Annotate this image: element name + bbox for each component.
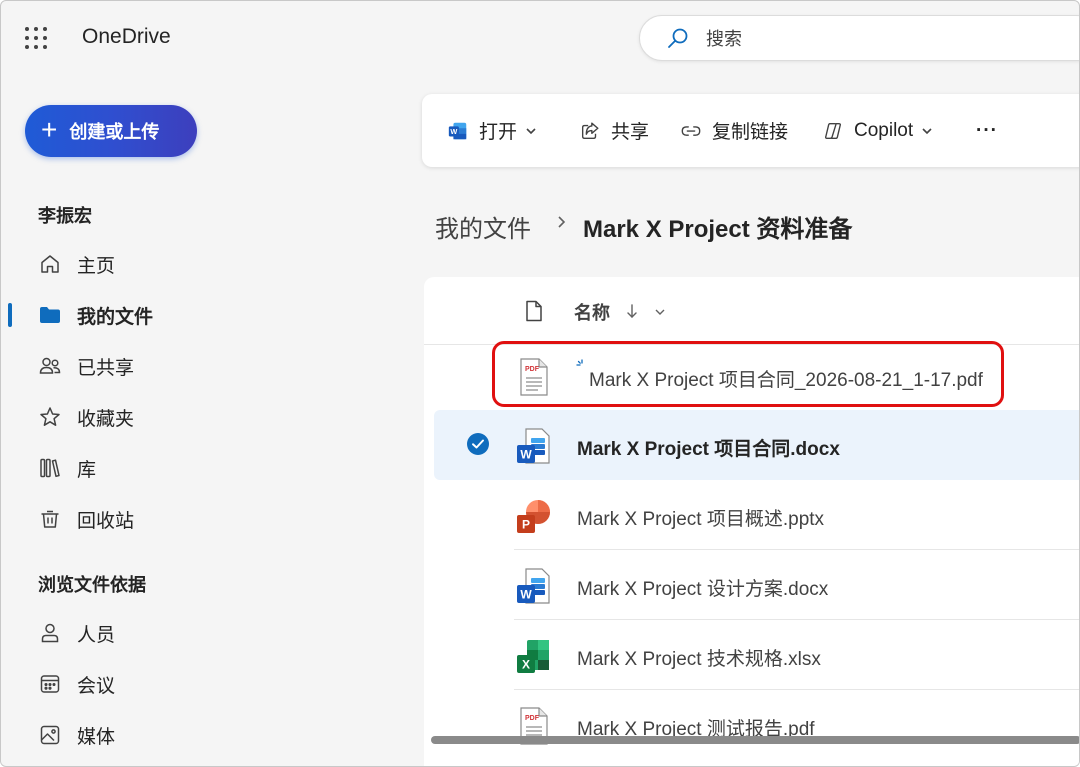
- active-indicator: [8, 303, 12, 327]
- share-icon: [581, 122, 599, 139]
- onedrive-window: OneDrive 搜索 + 创建或上传 李振宏 主页 我的文件 已共享 收藏夹 …: [0, 0, 1080, 767]
- sidebar-item-label: 已共享: [77, 357, 135, 379]
- calendar-icon: [40, 675, 60, 693]
- svg-text:W: W: [520, 588, 532, 602]
- svg-text:W: W: [450, 127, 457, 136]
- folder-icon: [40, 307, 60, 323]
- sidebar-item-label: 人员: [77, 624, 116, 646]
- sidebar-item-people[interactable]: 人员: [38, 616, 358, 650]
- sidebar-item-label: 库: [77, 459, 97, 481]
- command-bar: W 打开 共享 复制链接 Copilot ···: [422, 94, 1079, 167]
- copilot-label: Copilot: [854, 119, 914, 141]
- sidebar-item-recycle-bin[interactable]: 回收站: [38, 502, 358, 536]
- file-name[interactable]: Mark X Project 项目概述.pptx: [577, 504, 824, 531]
- app-title[interactable]: OneDrive: [82, 25, 171, 49]
- svg-text:P: P: [522, 518, 530, 532]
- word-file-icon: W: [517, 568, 550, 604]
- table-row-selected[interactable]: W Mark X Project 项目合同.docx: [434, 410, 1079, 480]
- excel-file-icon: X: [517, 640, 549, 673]
- library-icon: [40, 458, 60, 478]
- file-name[interactable]: Mark X Project 技术规格.xlsx: [577, 644, 821, 671]
- file-name[interactable]: Mark X Project 设计方案.docx: [577, 574, 828, 601]
- search-icon: [668, 28, 688, 48]
- people-icon: [39, 357, 61, 374]
- copilot-icon: [825, 122, 841, 139]
- breadcrumb-my-files[interactable]: 我的文件: [435, 209, 531, 244]
- more-icon: ···: [976, 119, 998, 141]
- chevron-down-icon[interactable]: [654, 307, 666, 317]
- browse-heading: 浏览文件依据: [38, 575, 146, 595]
- checkmark-selected-icon[interactable]: [466, 432, 490, 456]
- sidebar-item-label: 媒体: [77, 726, 116, 748]
- share-label: 共享: [611, 122, 650, 143]
- search-box[interactable]: 搜索: [639, 15, 1079, 61]
- user-heading: 李振宏: [38, 206, 92, 226]
- word-app-icon: W: [448, 122, 467, 139]
- sort-arrow-down-icon[interactable]: [626, 303, 638, 319]
- sidebar-item-label: 回收站: [77, 510, 135, 532]
- horizontal-scrollbar[interactable]: [431, 736, 1079, 744]
- open-label: 打开: [479, 122, 518, 143]
- column-header-name[interactable]: 名称: [574, 299, 610, 325]
- more-options-button[interactable]: ···: [976, 94, 998, 167]
- sidebar-item-home[interactable]: 主页: [38, 247, 358, 281]
- sidebar-item-meetings[interactable]: 会议: [38, 667, 358, 701]
- chevron-right-icon: [558, 216, 566, 228]
- sidebar-item-label: 我的文件: [77, 306, 154, 328]
- breadcrumb-current-folder: Mark X Project 资料准备: [583, 216, 853, 243]
- file-type-icon[interactable]: [524, 299, 544, 323]
- create-button-label: 创建或上传: [69, 122, 160, 142]
- plus-icon: +: [41, 113, 58, 145]
- copy-link-label: 复制链接: [712, 122, 789, 143]
- svg-text:PDF: PDF: [525, 715, 540, 722]
- home-icon: [41, 255, 59, 273]
- file-name[interactable]: Mark X Project 项目合同.docx: [577, 434, 840, 461]
- word-file-icon: W: [517, 428, 550, 464]
- table-row[interactable]: W Mark X Project 设计方案.docx: [434, 550, 1079, 620]
- file-list-header: 名称: [424, 277, 1079, 345]
- sidebar-item-label: 收藏夹: [77, 408, 135, 430]
- highlight-annotation: [492, 341, 1004, 407]
- search-placeholder: 搜索: [706, 29, 742, 49]
- trash-icon: [41, 510, 59, 528]
- svg-text:W: W: [520, 448, 532, 462]
- chevron-down-icon: [526, 127, 536, 134]
- chevron-down-icon: [922, 127, 932, 134]
- star-icon: [40, 407, 60, 426]
- app-launcher-icon[interactable]: [25, 27, 47, 49]
- copilot-button[interactable]: Copilot: [822, 94, 933, 167]
- sidebar-item-library[interactable]: 库: [38, 451, 358, 485]
- svg-text:X: X: [522, 658, 530, 672]
- image-icon: [40, 725, 60, 745]
- sidebar-item-label: 主页: [77, 255, 116, 277]
- copy-link-button[interactable]: 复制链接: [680, 94, 788, 167]
- sidebar-item-favorites[interactable]: 收藏夹: [38, 400, 358, 434]
- share-button[interactable]: 共享: [579, 94, 649, 167]
- create-or-upload-button[interactable]: + 创建或上传: [25, 105, 197, 157]
- sidebar-item-label: 会议: [77, 675, 116, 697]
- powerpoint-file-icon: P: [517, 500, 550, 533]
- person-icon: [41, 623, 59, 643]
- table-row[interactable]: X Mark X Project 技术规格.xlsx: [434, 620, 1079, 690]
- link-icon: [681, 125, 701, 136]
- open-button[interactable]: W 打开: [447, 94, 537, 167]
- table-row[interactable]: P Mark X Project 项目概述.pptx: [434, 480, 1079, 550]
- table-row[interactable]: PDF Mark X Project 测试报告.pdf: [434, 690, 1079, 760]
- sidebar-item-shared[interactable]: 已共享: [38, 349, 358, 383]
- sidebar-item-my-files[interactable]: 我的文件: [38, 298, 358, 332]
- sidebar-item-media[interactable]: 媒体: [38, 718, 358, 752]
